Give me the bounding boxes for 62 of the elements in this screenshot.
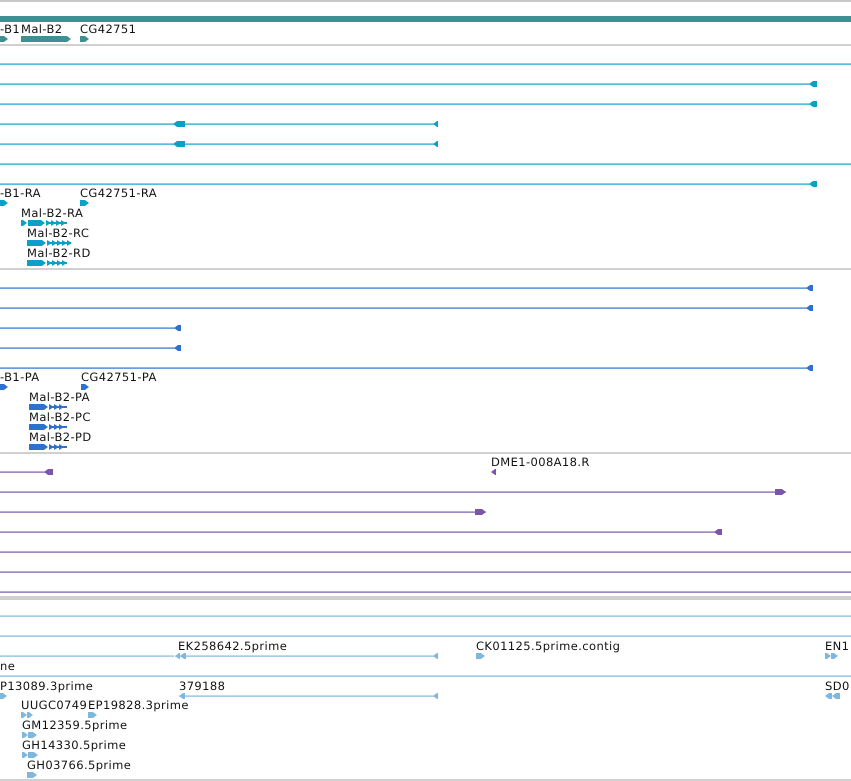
feature-span[interactable]	[0, 101, 817, 107]
feature-label: GH03766.5prime	[27, 758, 132, 772]
feature-span[interactable]	[0, 365, 813, 371]
feature-label: SD0	[825, 679, 850, 693]
feature-glyph[interactable]	[81, 384, 89, 390]
feature-span[interactable]	[0, 285, 813, 291]
feature-label: Mal-B2	[21, 22, 63, 36]
feature-label: EN1	[825, 639, 850, 653]
feature-line[interactable]	[0, 592, 851, 593]
feature-glyph[interactable]	[29, 404, 67, 410]
feature-label: CG42751-PA	[81, 370, 157, 384]
feature-label: -B1	[0, 22, 20, 36]
feature-span[interactable]	[0, 141, 438, 147]
feature-glyph[interactable]	[0, 384, 8, 390]
feature-glyph[interactable]	[80, 200, 89, 206]
feature-label: Mal-B2-PC	[29, 410, 91, 424]
feature-glyph[interactable]	[21, 36, 71, 42]
feature-glyph[interactable]	[80, 36, 89, 42]
feature-label: Mal-B2-RA	[21, 206, 84, 220]
feature-span[interactable]	[0, 509, 486, 515]
feature-glyph[interactable]	[27, 260, 67, 266]
feature-span[interactable]	[0, 305, 813, 311]
feature-span[interactable]	[0, 529, 722, 535]
feature-label: CK01125.5prime.contig	[476, 639, 620, 653]
feature-label: CG42751	[80, 22, 136, 36]
feature-label: GH14330.5prime	[22, 738, 126, 752]
feature-line[interactable]	[0, 676, 851, 677]
feature-glyph[interactable]	[29, 424, 67, 430]
feature-span[interactable]	[0, 325, 181, 331]
feature-line[interactable]	[0, 64, 851, 65]
feature-span[interactable]	[0, 81, 817, 87]
feature-label: Mal-B2-PD	[29, 430, 92, 444]
feature-span[interactable]	[0, 489, 786, 495]
feature-label: CG42751-RA	[80, 186, 158, 200]
feature-span[interactable]	[0, 121, 438, 127]
feature-label: 379188	[179, 679, 226, 693]
feature-label: Mal-B2-RD	[27, 246, 91, 260]
feature-line[interactable]	[0, 164, 851, 165]
feature-line[interactable]	[0, 636, 851, 637]
feature-span[interactable]	[0, 181, 817, 187]
feature-line[interactable]	[0, 572, 851, 573]
feature-line[interactable]	[0, 616, 851, 617]
feature-label: ne	[0, 659, 16, 673]
feature-line[interactable]	[0, 552, 851, 553]
feature-span[interactable]	[0, 345, 181, 351]
feature-span[interactable]	[0, 469, 53, 475]
feature-glyph[interactable]	[0, 36, 8, 42]
feature-label: GM12359.5prime	[22, 718, 128, 732]
feature-label: Mal-B2-RC	[27, 226, 90, 240]
feature-label: EP19828.3prime	[88, 698, 189, 712]
feature-label: -B1-RA	[0, 186, 41, 200]
feature-label: P13089.3prime	[0, 679, 94, 693]
feature-label: EK258642.5prime	[178, 639, 288, 653]
feature-glyph[interactable]	[21, 220, 67, 226]
feature-glyph[interactable]	[0, 200, 8, 206]
feature-label: -B1-PA	[0, 370, 40, 384]
feature-label: UUGC0749	[21, 698, 88, 712]
feature-label: DME1-008A18.R	[491, 455, 590, 469]
feature-glyph[interactable]	[27, 240, 72, 246]
feature-glyph[interactable]	[29, 444, 67, 450]
feature-label: Mal-B2-PA	[29, 390, 90, 404]
feature-glyph[interactable]	[491, 469, 496, 475]
